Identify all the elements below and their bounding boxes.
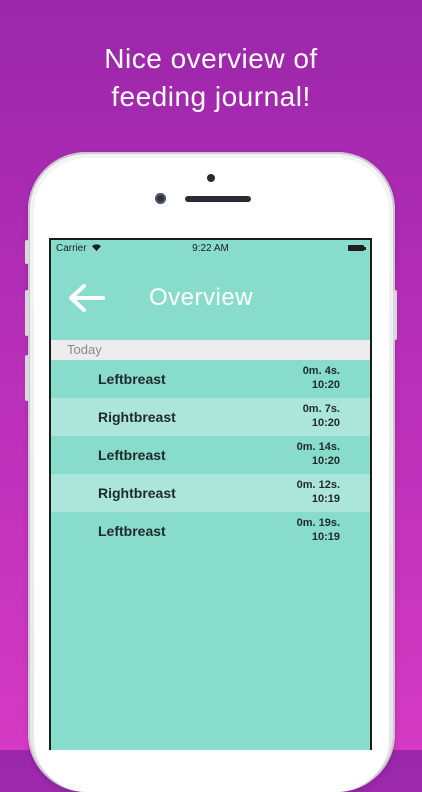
- list-item[interactable]: Rightbreast 0m. 7s. 10:20: [51, 398, 370, 436]
- front-sensor: [207, 174, 215, 182]
- entry-side: Rightbreast: [98, 485, 176, 501]
- entry-side: Leftbreast: [98, 371, 166, 387]
- back-arrow-icon[interactable]: [67, 282, 105, 314]
- entry-time: 10:19: [311, 531, 340, 543]
- status-time: 9:22 AM: [192, 243, 229, 254]
- headline-line-2: feeding journal!: [111, 81, 311, 112]
- earpiece-speaker: [185, 196, 251, 202]
- entry-duration: 0m. 19s.: [296, 517, 340, 529]
- entry-time: 10:20: [311, 455, 340, 467]
- app-screen: Carrier 9:22 AM Overview Today Leftbreas…: [49, 238, 372, 750]
- page-title: Overview: [149, 284, 254, 311]
- entry-side: Leftbreast: [98, 523, 166, 539]
- mute-switch: [25, 240, 29, 264]
- entry-duration: 0m. 12s.: [296, 479, 340, 491]
- entry-duration: 0m. 7s.: [302, 403, 340, 415]
- feeding-list: Leftbreast 0m. 4s. 10:20 Rightbreast 0m.…: [51, 360, 370, 550]
- section-header-today: Today: [51, 340, 370, 360]
- headline-line-1: Nice overview of: [104, 43, 318, 74]
- entry-duration: 0m. 4s.: [302, 365, 340, 377]
- entry-side: Leftbreast: [98, 447, 166, 463]
- volume-up-button: [25, 290, 29, 336]
- entry-time: 10:20: [311, 379, 340, 391]
- promo-headline: Nice overview of feeding journal!: [0, 40, 422, 116]
- list-item[interactable]: Leftbreast 0m. 19s. 10:19: [51, 512, 370, 550]
- entry-time: 10:20: [311, 417, 340, 429]
- entry-duration: 0m. 14s.: [296, 441, 340, 453]
- power-button: [393, 290, 397, 340]
- battery-icon: [348, 245, 366, 251]
- front-camera-icon: [155, 193, 166, 204]
- list-item[interactable]: Leftbreast 0m. 4s. 10:20: [51, 360, 370, 398]
- list-item[interactable]: Rightbreast 0m. 12s. 10:19: [51, 474, 370, 512]
- volume-down-button: [25, 355, 29, 401]
- list-item[interactable]: Leftbreast 0m. 14s. 10:20: [51, 436, 370, 474]
- entry-side: Rightbreast: [98, 409, 176, 425]
- nav-bar: Overview: [51, 270, 370, 326]
- entry-time: 10:19: [311, 493, 340, 505]
- status-bar: Carrier 9:22 AM: [51, 240, 370, 258]
